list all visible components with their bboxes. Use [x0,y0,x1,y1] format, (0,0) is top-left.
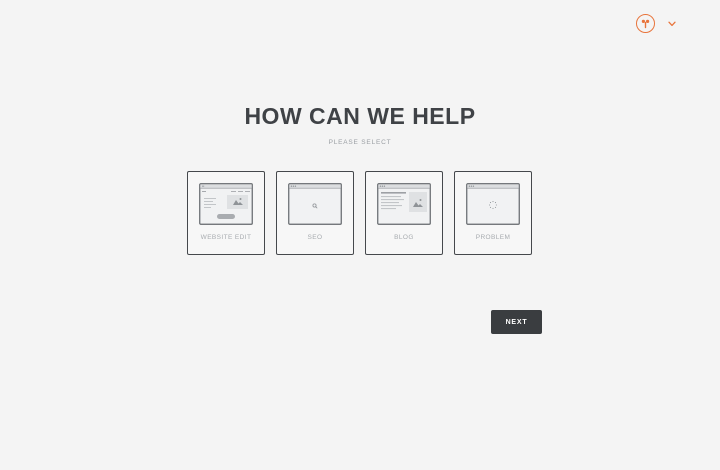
option-label: WEBSITE EDIT [200,234,252,241]
option-label: PROBLEM [475,234,511,241]
website-edit-illustration [199,183,253,225]
page-title: HOW CAN WE HELP [244,103,476,129]
user-avatar-icon[interactable] [636,14,655,33]
option-label: BLOG [394,234,414,241]
option-card-website-edit[interactable]: WEBSITE EDIT [187,171,265,255]
seo-search-illustration [288,183,342,225]
option-card-blog[interactable]: BLOG [365,171,443,255]
option-card-seo[interactable]: SEO [276,171,354,255]
option-label: SEO [307,234,323,241]
option-card-problem[interactable]: PROBLEM [454,171,532,255]
next-button[interactable]: NEXT [491,310,542,334]
blog-article-illustration [377,183,431,225]
chevron-down-icon[interactable] [667,19,677,29]
help-options: WEBSITE EDIT SEO BLOG PROBLEM [187,171,532,255]
problem-loading-illustration [466,183,520,225]
page-subtitle: PLEASE SELECT [328,139,392,146]
account-menu[interactable] [636,14,677,33]
